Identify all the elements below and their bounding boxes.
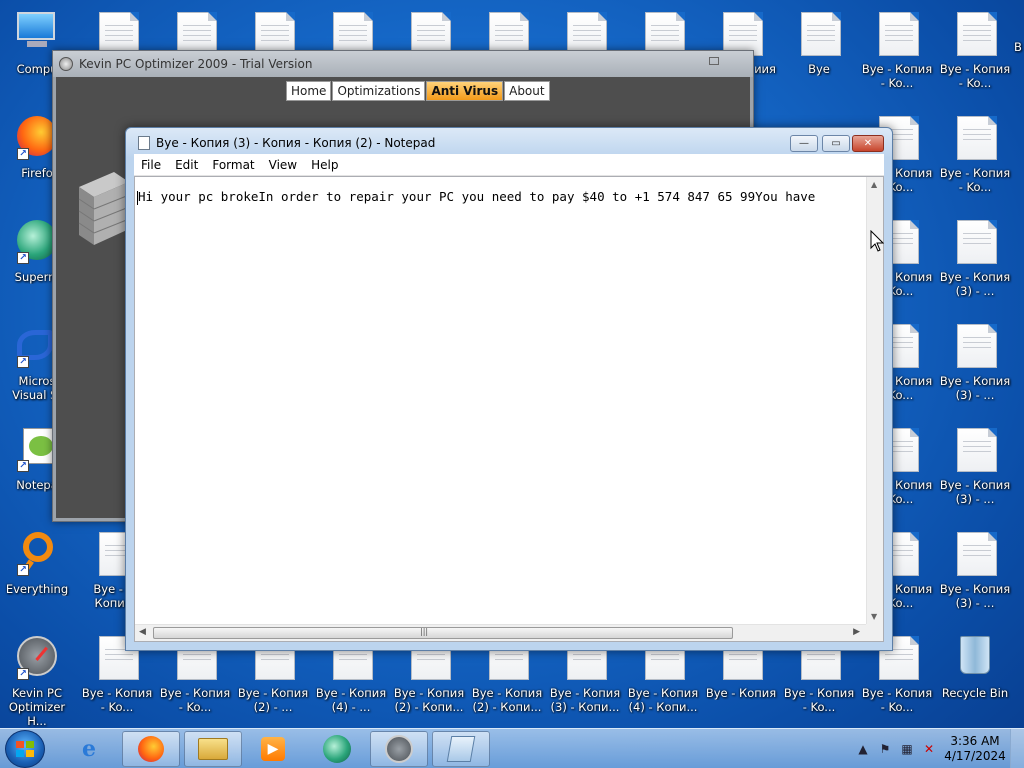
close-button[interactable]: ✕ bbox=[852, 135, 884, 152]
shortcut-arrow-icon: ↗ bbox=[17, 564, 29, 576]
mouse-cursor-icon bbox=[870, 230, 884, 252]
taskbar-firefox[interactable] bbox=[122, 731, 180, 767]
visual-studio-icon: ↗ bbox=[17, 324, 57, 368]
supermium-icon bbox=[323, 735, 351, 763]
shortcut-arrow-icon: ↗ bbox=[17, 668, 29, 680]
desktop-file-bye-kopiya-ko[interactable]: Bye - Копия - Ko... bbox=[858, 4, 936, 104]
desktop-icon-everything[interactable]: ↗ Everything bbox=[0, 524, 76, 624]
scroll-left-icon[interactable]: ◀ bbox=[139, 627, 146, 637]
notepad-icon bbox=[446, 736, 476, 762]
network-icon[interactable]: ▦ bbox=[899, 741, 915, 757]
size-grip[interactable] bbox=[866, 624, 883, 641]
menu-view[interactable]: View bbox=[262, 158, 304, 172]
text-file-icon bbox=[957, 428, 997, 472]
text-file-icon bbox=[801, 12, 841, 56]
shortcut-arrow-icon: ↗ bbox=[17, 460, 29, 472]
desktop-file-icon[interactable]: Bye - Копия (3) - ... bbox=[936, 316, 1014, 416]
start-button[interactable] bbox=[5, 730, 45, 768]
notepad-icon bbox=[138, 136, 150, 150]
system-tray: ▲ ⚑ ▦ ✕ 3:36 AM 4/17/2024 bbox=[852, 729, 1024, 768]
desktop-icon-kevin-optimizer[interactable]: ↗ Kevin PC Optimizer H... bbox=[0, 628, 76, 728]
minimize-button[interactable]: — bbox=[790, 135, 818, 152]
desktop-file-icon[interactable]: Bye - Копия (3) - ... bbox=[936, 212, 1014, 312]
shortcut-arrow-icon: ↗ bbox=[17, 252, 29, 264]
desktop-file-bye[interactable]: Bye bbox=[780, 4, 858, 104]
shortcut-arrow-icon: ↗ bbox=[17, 356, 29, 368]
clock[interactable]: 3:36 AM 4/17/2024 bbox=[940, 734, 1010, 764]
text-file-icon bbox=[957, 12, 997, 56]
scroll-up-icon[interactable]: ▲ bbox=[871, 180, 877, 189]
text-file-icon bbox=[957, 324, 997, 368]
notepad-menubar: File Edit Format View Help bbox=[134, 154, 884, 176]
shortcut-arrow-icon: ↗ bbox=[17, 148, 29, 160]
firefox-icon: ↗ bbox=[17, 116, 57, 160]
recycle-bin-icon bbox=[955, 636, 995, 680]
gauge-icon bbox=[385, 735, 413, 763]
horizontal-scroll-thumb[interactable] bbox=[153, 627, 733, 639]
optimizer-titlebar[interactable]: Kevin PC Optimizer 2009 - Trial Version bbox=[53, 51, 753, 77]
scroll-down-icon[interactable]: ▼ bbox=[871, 612, 877, 621]
horizontal-scrollbar[interactable]: ◀ ||| ▶ bbox=[135, 624, 866, 641]
taskbar-internet-explorer[interactable]: e bbox=[60, 731, 118, 767]
tab-home[interactable]: Home bbox=[286, 81, 332, 101]
firefox-icon bbox=[138, 736, 164, 762]
taskbar: e ▶ ▲ ⚑ ▦ ✕ 3:36 AM 4/17/2024 bbox=[0, 728, 1024, 768]
optimizer-tabs: Home Optimizations Anti Virus About bbox=[286, 81, 551, 101]
maximize-button[interactable]: ▭ bbox=[822, 135, 850, 152]
desktop-file-bye-kopiya-ko[interactable]: Bye - Копия - Ko... bbox=[936, 4, 1014, 104]
show-hidden-icons-icon[interactable]: ▲ bbox=[855, 741, 871, 757]
computer-icon bbox=[17, 12, 57, 56]
media-player-icon: ▶ bbox=[261, 737, 285, 761]
gauge-icon: ↗ bbox=[17, 636, 57, 680]
menu-format[interactable]: Format bbox=[205, 158, 261, 172]
action-center-flag-icon[interactable]: ⚑ bbox=[877, 741, 893, 757]
text-file-icon bbox=[957, 532, 997, 576]
text-file-icon bbox=[879, 12, 919, 56]
optimizer-app-icon bbox=[59, 57, 73, 71]
notepad-text-area[interactable]: Hi your pc brokeIn order to repair your … bbox=[134, 176, 884, 642]
show-desktop-button[interactable] bbox=[1010, 729, 1024, 768]
folder-icon bbox=[198, 738, 228, 760]
volume-muted-icon[interactable]: ✕ bbox=[921, 741, 937, 757]
clock-date: 4/17/2024 bbox=[944, 749, 1006, 763]
desktop-file-edge[interactable]: B bbox=[1008, 40, 1024, 140]
menu-file[interactable]: File bbox=[134, 158, 168, 172]
tab-optimizations[interactable]: Optimizations bbox=[332, 81, 426, 101]
tab-anti-virus[interactable]: Anti Virus bbox=[426, 81, 504, 101]
menu-help[interactable]: Help bbox=[304, 158, 345, 172]
taskbar-notepad[interactable] bbox=[432, 731, 490, 767]
text-file-icon bbox=[957, 220, 997, 264]
supermium-icon: ↗ bbox=[17, 220, 57, 264]
notepad-title: Bye - Копия (3) - Копия - Копия (2) - No… bbox=[156, 136, 436, 150]
desktop-file-icon[interactable]: Bye - Копия (3) - ... bbox=[936, 524, 1014, 624]
windows-logo-icon bbox=[16, 741, 34, 757]
clock-time: 3:36 AM bbox=[950, 734, 1000, 748]
scroll-right-icon[interactable]: ▶ bbox=[853, 627, 860, 637]
taskbar-supermium[interactable] bbox=[308, 731, 366, 767]
taskbar-media-player[interactable]: ▶ bbox=[244, 731, 302, 767]
everything-icon: ↗ bbox=[17, 532, 57, 576]
menu-edit[interactable]: Edit bbox=[168, 158, 205, 172]
desktop-file-icon[interactable]: Bye - Копия (3) - ... bbox=[936, 420, 1014, 520]
notepadpp-icon: ↗ bbox=[17, 428, 57, 472]
taskbar-explorer[interactable] bbox=[184, 731, 242, 767]
desktop-file-icon[interactable]: Bye - Копия - Ko... bbox=[936, 108, 1014, 208]
tab-about[interactable]: About bbox=[504, 81, 550, 101]
minimize-button[interactable] bbox=[709, 57, 719, 65]
text-file-icon bbox=[957, 116, 997, 160]
desktop-icon-recycle-bin[interactable]: Recycle Bin bbox=[936, 628, 1014, 728]
notepad-content: Hi your pc brokeIn order to repair your … bbox=[138, 189, 816, 204]
optimizer-title: Kevin PC Optimizer 2009 - Trial Version bbox=[79, 57, 313, 71]
internet-explorer-icon: e bbox=[82, 736, 96, 762]
taskbar-kevin-optimizer[interactable] bbox=[370, 731, 428, 767]
notepad-window[interactable]: Bye - Копия (3) - Копия - Копия (2) - No… bbox=[125, 127, 893, 651]
scroll-grip-icon: ||| bbox=[420, 627, 429, 636]
